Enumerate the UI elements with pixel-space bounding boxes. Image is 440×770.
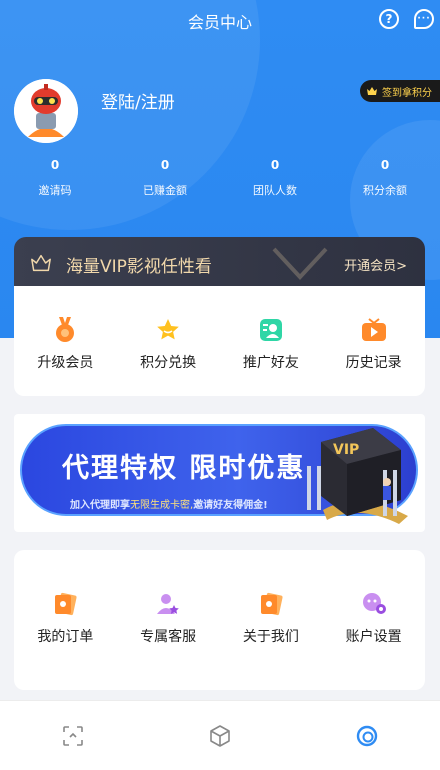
promo-title: 代理特权 限时优惠 — [62, 453, 306, 484]
medal-icon — [51, 316, 79, 344]
crown-icon — [31, 254, 51, 272]
order-icon — [51, 590, 79, 618]
vip-watermark-icon — [272, 247, 328, 280]
about-icon — [257, 590, 285, 618]
stat-value: 0 — [50, 158, 60, 172]
stat-value: 0 — [270, 158, 280, 172]
menu-label: 升级会员 — [37, 355, 94, 371]
vip-box-illustration-icon: VIP — [307, 428, 408, 524]
menu-label: 积分兑换 — [140, 355, 197, 371]
vip-badge-text: VIP — [333, 442, 359, 458]
agent-promo-banner[interactable]: 代理特权 限时优惠 加入代理即享无限生成卡密,邀请好友得佣金! VIP — [14, 414, 425, 532]
scan-icon — [63, 725, 84, 746]
menu-upgrade-member[interactable]: 升级会员 — [14, 286, 117, 396]
chat-icon[interactable]: ··· — [414, 9, 434, 29]
vip-banner-title: 海量VIP影视任性看 — [66, 257, 212, 277]
promo-subtitle-highlight: 无限生成卡密, — [130, 500, 194, 511]
profile-ring-icon — [356, 725, 377, 746]
stat-invite-code[interactable]: 0 邀请码 — [0, 158, 110, 198]
stats-row: 0 邀请码 0 已赚金额 0 团队人数 0 积分余额 — [0, 158, 440, 198]
menu-label: 我的订单 — [37, 629, 94, 645]
share-user-icon — [257, 316, 285, 344]
crown-icon — [367, 87, 377, 95]
stat-label: 已赚金额 — [143, 184, 187, 197]
page-title: 会员中心 — [187, 13, 252, 32]
secondary-menu-card: 我的订单 专属客服 关于我们 账户设置 — [14, 550, 425, 690]
star-icon — [154, 316, 182, 344]
menu-about-us[interactable]: 关于我们 — [220, 550, 323, 690]
promo-subtitle: 加入代理即享无限生成卡密,邀请好友得佣金! — [70, 496, 268, 511]
promo-subtitle-suffix: 邀请好友得佣金! — [193, 500, 268, 511]
stat-value: 0 — [160, 158, 170, 172]
menu-label: 账户设置 — [345, 629, 402, 645]
stat-value: 0 — [380, 158, 390, 172]
menu-points-exchange[interactable]: 积分兑换 — [117, 286, 220, 396]
checkin-button[interactable]: 签到拿积分 — [360, 80, 440, 102]
open-membership-link[interactable]: 开通会员> — [344, 255, 407, 274]
menu-label: 关于我们 — [242, 629, 299, 645]
avatar[interactable] — [14, 79, 78, 143]
menu-label: 推广好友 — [242, 355, 299, 371]
tab-profile[interactable] — [293, 701, 440, 770]
help-icon[interactable]: ? — [379, 9, 399, 29]
primary-menu-card: 升级会员 积分兑换 推广好友 历史记录 — [14, 286, 425, 396]
menu-label: 专属客服 — [140, 629, 197, 645]
menu-customer-service[interactable]: 专属客服 — [117, 550, 220, 690]
stat-label: 团队人数 — [253, 184, 297, 197]
play-history-icon — [360, 316, 388, 344]
stat-label: 积分余额 — [363, 184, 407, 197]
menu-label: 历史记录 — [345, 355, 402, 371]
vip-banner[interactable]: 海量VIP影视任性看 开通会员> — [14, 237, 425, 289]
menu-my-orders[interactable]: 我的订单 — [14, 550, 117, 690]
tab-scan[interactable] — [0, 701, 147, 770]
customer-service-icon — [154, 590, 182, 618]
stat-earned[interactable]: 0 已赚金额 — [110, 158, 220, 198]
stat-label: 邀请码 — [38, 184, 72, 197]
menu-account-settings[interactable]: 账户设置 — [322, 550, 425, 690]
settings-icon — [360, 590, 388, 618]
login-register-link[interactable]: 登陆/注册 — [101, 88, 175, 113]
stat-points[interactable]: 0 积分余额 — [330, 158, 440, 198]
cube-icon — [210, 724, 230, 747]
menu-invite-friends[interactable]: 推广好友 — [220, 286, 323, 396]
menu-history[interactable]: 历史记录 — [322, 286, 425, 396]
robot-avatar-icon — [14, 79, 78, 143]
tab-explore[interactable] — [147, 701, 294, 770]
bottom-tab-bar — [0, 700, 440, 770]
checkin-label: 签到拿积分 — [382, 87, 432, 99]
top-bar: 会员中心 ? ··· — [0, 0, 440, 40]
promo-subtitle-prefix: 加入代理即享 — [70, 500, 130, 511]
stat-team[interactable]: 0 团队人数 — [220, 158, 330, 198]
